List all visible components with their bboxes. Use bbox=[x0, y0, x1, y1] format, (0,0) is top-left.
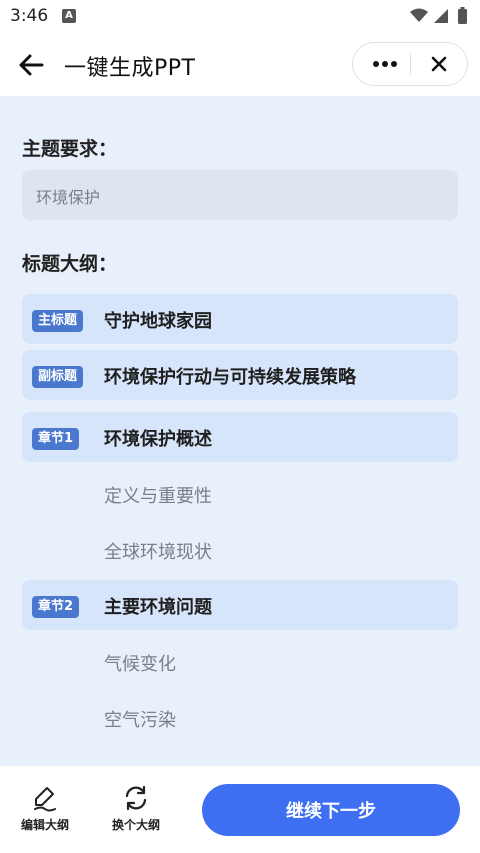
battery-icon bbox=[458, 9, 467, 24]
close-icon[interactable] bbox=[419, 43, 459, 85]
system-status-icons bbox=[410, 7, 467, 24]
sub-title-badge: 副标题 bbox=[32, 366, 84, 388]
chapter-item[interactable]: 空气污染 bbox=[104, 706, 176, 732]
main-title-text: 守护地球家园 bbox=[104, 311, 212, 332]
change-outline-label: 换个大纲 bbox=[111, 818, 160, 832]
next-step-button[interactable]: 继续下一步 bbox=[202, 784, 460, 836]
chapter-item[interactable]: 全球环境现状 bbox=[104, 538, 212, 564]
edit-pen-icon bbox=[34, 787, 56, 812]
chapter-badge: 章节1 bbox=[32, 428, 80, 450]
chapter-item[interactable]: 定义与重要性 bbox=[104, 482, 212, 508]
topic-input[interactable]: 环境保护 bbox=[22, 170, 458, 220]
notification-a-icon: A bbox=[62, 9, 76, 23]
chapter-title: 环境保护概述 bbox=[104, 429, 212, 450]
page-title: 一键生成PPT bbox=[64, 56, 196, 81]
edit-outline-button[interactable]: 编辑大纲 bbox=[10, 784, 80, 833]
status-time: 3:46 bbox=[10, 6, 49, 26]
more-icon[interactable] bbox=[365, 43, 405, 85]
topic-value: 环境保护 bbox=[36, 188, 101, 207]
sub-title-row[interactable]: 副标题 环境保护行动与可持续发展策略 bbox=[22, 350, 458, 400]
edit-outline-label: 编辑大纲 bbox=[20, 818, 69, 832]
status-bar: 3:46 A bbox=[0, 0, 480, 34]
refresh-icon bbox=[125, 785, 147, 811]
main-title-row[interactable]: 主标题 守护地球家园 bbox=[22, 294, 458, 344]
topic-section-label: 主题要求： bbox=[22, 138, 118, 160]
signal-icon bbox=[434, 9, 448, 23]
chapter-row[interactable]: 章节1 环境保护概述 bbox=[22, 412, 458, 462]
chapter-title: 主要环境问题 bbox=[104, 597, 212, 618]
title-bar: 一键生成PPT bbox=[0, 34, 480, 96]
change-outline-button[interactable]: 换个大纲 bbox=[101, 784, 171, 833]
chapter-row[interactable]: 章节2 主要环境问题 bbox=[22, 580, 458, 630]
wifi-icon bbox=[410, 8, 428, 22]
outline-section-label: 标题大纲： bbox=[22, 253, 118, 275]
capsule-divider bbox=[410, 54, 411, 74]
chapter-item[interactable]: 气候变化 bbox=[104, 650, 176, 676]
mini-program-capsule bbox=[352, 42, 468, 86]
main-title-badge: 主标题 bbox=[32, 310, 84, 332]
bottom-action-bar: 编辑大纲 换个大纲 继续下一步 bbox=[0, 766, 480, 853]
outline-content: 主题要求： 环境保护 标题大纲： 主标题 守护地球家园 副标题 环境保护行动与可… bbox=[0, 96, 480, 766]
sub-title-text: 环境保护行动与可持续发展策略 bbox=[104, 367, 356, 388]
back-arrow-icon[interactable] bbox=[14, 48, 48, 82]
chapter-badge: 章节2 bbox=[32, 596, 80, 618]
